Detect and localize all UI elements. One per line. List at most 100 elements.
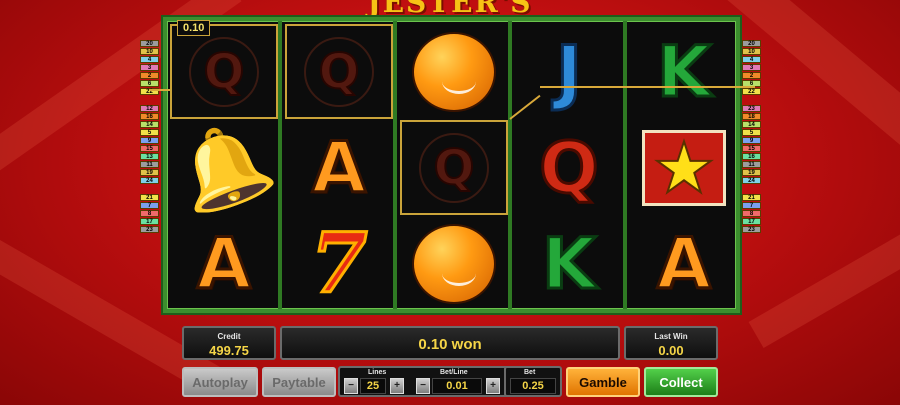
line-marker: 9	[742, 137, 761, 144]
line-marker: 24	[140, 177, 159, 184]
reel-cell: A	[285, 120, 393, 215]
win-message-panel: 0.10 won	[280, 326, 620, 360]
line-bet-indicator: 0.10	[177, 20, 211, 36]
marker-gap	[140, 185, 159, 193]
lines-decrease-button[interactable]: −	[344, 378, 358, 394]
line-marker: 2	[140, 72, 159, 79]
reel-cell: Q	[400, 120, 508, 215]
line-marker: 11	[140, 161, 159, 168]
line-marker: 18	[742, 113, 761, 120]
line-marker: 17	[140, 218, 159, 225]
lines-increase-button[interactable]: +	[390, 378, 404, 394]
last-win-value: 0.00	[658, 343, 684, 358]
line-marker: 15	[742, 145, 761, 152]
line-marker: 7	[742, 202, 761, 209]
paytable-button[interactable]: Paytable	[262, 367, 336, 397]
bet-line-decrease-button[interactable]: −	[416, 378, 430, 394]
dim-symbol-frame: Q	[419, 132, 489, 203]
reel-cell: Q	[285, 24, 393, 119]
game-title: JESTER'S LUCK	[367, 0, 533, 52]
right-line-markers: 20 10 4 3 2 6 22 23 18 14 5 9 15 16 11 19 24 21 7 8 17 23	[742, 40, 761, 233]
credit-label: Credit	[217, 332, 241, 341]
bet-label: Bet	[524, 369, 536, 376]
orange-icon	[412, 31, 496, 112]
symbol-a: A	[655, 222, 712, 305]
bet-value: 0.25	[510, 378, 556, 394]
reel-cell	[400, 24, 508, 119]
left-line-markers: 20 10 4 3 2 6 22 12 16 14 5 9 15 13 11 19 24 21 7 8 17 23	[140, 40, 159, 233]
symbol-k: K	[655, 30, 712, 113]
reel-divider	[508, 21, 512, 309]
collect-button[interactable]: Collect	[644, 367, 718, 397]
orange-icon	[412, 223, 496, 304]
line-marker: 19	[140, 169, 159, 176]
lines-label: Lines	[368, 369, 387, 376]
payline-segment	[540, 86, 755, 88]
bet-line-value: 0.01	[432, 378, 482, 394]
line-marker: 3	[742, 64, 761, 71]
lines-value: 25	[360, 378, 386, 394]
marker-gap	[742, 185, 761, 193]
star-glyph: ★	[652, 128, 717, 207]
marker-gap	[742, 96, 761, 104]
reel-divider	[278, 21, 282, 309]
bell-icon: 🔔	[164, 110, 284, 224]
line-marker: 12	[140, 105, 159, 112]
line-marker: 14	[742, 121, 761, 128]
credit-panel: Credit 499.75	[182, 326, 276, 360]
line-marker: 10	[140, 48, 159, 55]
line-marker: 5	[140, 129, 159, 136]
line-marker: 21	[742, 194, 761, 201]
symbol-q: Q	[203, 43, 246, 100]
dim-symbol-frame: Q	[304, 36, 374, 107]
symbol-a: A	[310, 126, 367, 209]
line-marker: 11	[742, 161, 761, 168]
symbol-k: K	[540, 222, 597, 305]
symbol-a: A	[195, 222, 252, 305]
line-marker: 13	[140, 153, 159, 160]
line-marker: 19	[742, 169, 761, 176]
line-marker: 4	[140, 56, 159, 63]
line-marker: 4	[742, 56, 761, 63]
symbol-q: Q	[318, 43, 361, 100]
gamble-button[interactable]: Gamble	[566, 367, 640, 397]
line-marker: 7	[140, 202, 159, 209]
reel-divider	[393, 21, 397, 309]
line-marker: 9	[140, 137, 159, 144]
reels-board: Q 🔔 A Q A 7 Q J Q K K ★ A	[163, 17, 740, 313]
reel-divider	[623, 21, 627, 309]
reel-cell: A	[630, 216, 738, 311]
line-marker: 24	[742, 177, 761, 184]
reel-cell: A	[170, 216, 278, 311]
dim-symbol-frame: Q	[189, 36, 259, 107]
last-win-label: Last Win	[654, 332, 688, 341]
payline-segment	[150, 89, 170, 91]
win-message: 0.10 won	[418, 336, 482, 353]
line-marker: 16	[140, 113, 159, 120]
bet-line-increase-button[interactable]: +	[486, 378, 500, 394]
line-marker: 8	[742, 210, 761, 217]
reel-cell: 🔔	[164, 110, 284, 224]
line-marker: 21	[140, 194, 159, 201]
reel-cell: Q	[515, 120, 623, 215]
symbol-q: Q	[538, 126, 600, 209]
bet-line-label: Bet/Line	[440, 369, 468, 376]
line-marker: 10	[742, 48, 761, 55]
line-marker: 5	[742, 129, 761, 136]
autoplay-button[interactable]: Autoplay	[182, 367, 258, 397]
credit-value: 499.75	[209, 343, 249, 358]
symbol-q: Q	[433, 139, 476, 196]
line-marker: 17	[742, 218, 761, 225]
line-marker: 20	[140, 40, 159, 47]
line-marker: 20	[742, 40, 761, 47]
line-marker: 14	[140, 121, 159, 128]
marker-gap	[140, 96, 159, 104]
line-marker: 23	[742, 105, 761, 112]
line-marker: 23	[742, 226, 761, 233]
line-marker: 6	[140, 80, 159, 87]
last-win-panel: Last Win 0.00	[624, 326, 718, 360]
star-icon: ★	[642, 128, 726, 207]
reel-cell	[400, 216, 508, 311]
reel-cell: Q	[170, 24, 278, 119]
symbol-7: 7	[309, 215, 369, 312]
